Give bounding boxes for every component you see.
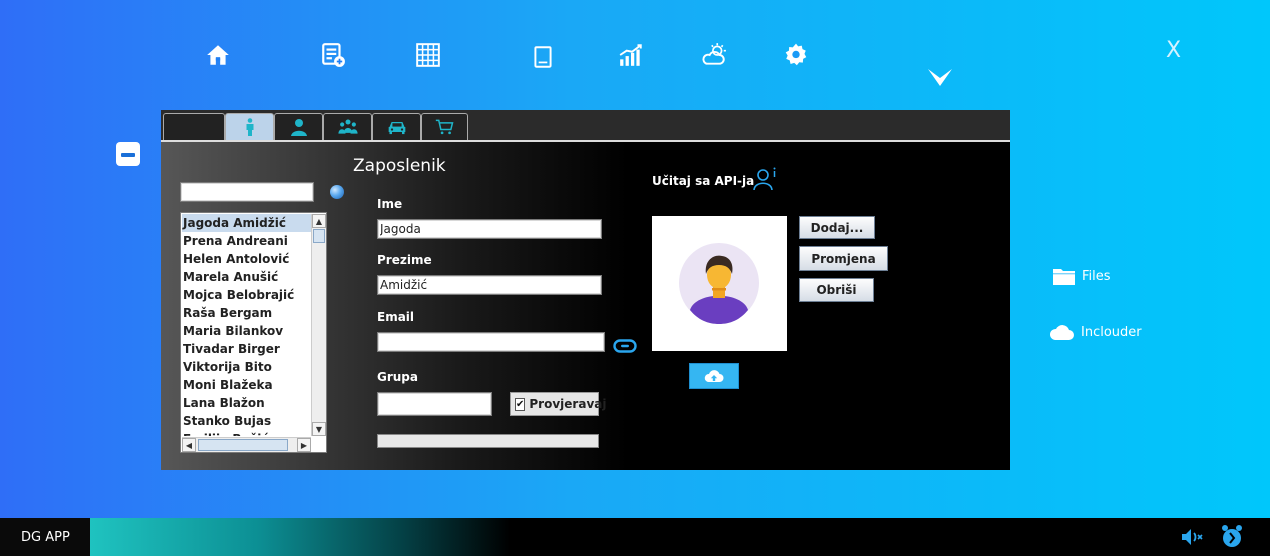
list-item[interactable]: Stanko Bujas: [182, 412, 311, 430]
home-icon[interactable]: [203, 40, 233, 70]
incloud-link[interactable]: Inclouder: [1049, 322, 1142, 342]
obrisi-button[interactable]: Obriši: [799, 278, 874, 302]
progress-bar: [377, 434, 599, 448]
list-add-icon[interactable]: [318, 40, 348, 70]
gear-icon[interactable]: [781, 40, 811, 70]
cloud-upload-icon: [704, 370, 724, 382]
folder-icon: [1053, 269, 1075, 285]
grupa-input[interactable]: [377, 392, 492, 416]
employee-list[interactable]: Jagoda Amidžić Prena Andreani Helen Antolo…: [180, 212, 327, 453]
tab-user[interactable]: [274, 113, 323, 140]
avatar-icon: [679, 243, 759, 324]
horizontal-scroll-thumb[interactable]: [198, 439, 288, 451]
upload-photo-button[interactable]: [689, 363, 739, 389]
list-item[interactable]: Tivadar Birger: [182, 340, 311, 358]
list-item[interactable]: Helen Antolović: [182, 250, 311, 268]
tab-bar: [161, 110, 1010, 140]
grid-icon[interactable]: [413, 40, 443, 70]
prezime-label: Prezime: [377, 253, 432, 267]
minimize-button[interactable]: [116, 142, 140, 166]
scroll-right-arrow[interactable]: ▶: [297, 438, 311, 452]
email-label: Email: [377, 310, 415, 324]
weather-icon[interactable]: [699, 40, 729, 70]
promjena-button[interactable]: Promjena: [799, 246, 888, 271]
employee-panel: Zaposlenik Jagoda Amidžić Prena Andreani H…: [161, 110, 1010, 470]
list-item[interactable]: Mojca Belobrajić: [182, 286, 311, 304]
checkbox-label: Provjeravaj: [529, 397, 607, 411]
search-input[interactable]: [180, 182, 314, 202]
tab-employee-person[interactable]: [225, 113, 274, 140]
tab-group[interactable]: [323, 113, 372, 140]
group-icon: [337, 119, 358, 134]
checkbox-box[interactable]: ✔: [515, 397, 526, 411]
car-icon: [388, 122, 405, 135]
vertical-scroll-thumb[interactable]: [313, 229, 325, 243]
employee-list-items: Jagoda Amidžić Prena Andreani Helen Antolo…: [182, 214, 311, 436]
chevron-down-icon[interactable]: [926, 66, 954, 90]
list-item[interactable]: Marela Anušić: [182, 268, 311, 286]
scroll-down-arrow[interactable]: ▼: [312, 422, 326, 436]
email-input[interactable]: [377, 332, 605, 352]
list-item[interactable]: Emilija Bušić: [182, 430, 311, 436]
prezime-input[interactable]: [377, 275, 602, 295]
cloud-icon: [1049, 325, 1074, 340]
tab-cart[interactable]: [421, 113, 468, 140]
app-start-button[interactable]: DG APP: [0, 518, 90, 556]
tablet-icon[interactable]: [528, 42, 558, 72]
chart-icon[interactable]: [616, 40, 646, 70]
incloud-label: Inclouder: [1081, 324, 1142, 340]
api-load-label: Učitaj sa API-ja: [652, 174, 755, 188]
list-item[interactable]: Maria Bilankov: [182, 322, 311, 340]
close-button[interactable]: X: [1166, 38, 1181, 63]
ime-input[interactable]: [377, 219, 602, 239]
form-title: Zaposlenik: [353, 156, 446, 176]
tab-car[interactable]: [372, 113, 421, 140]
vertical-scrollbar[interactable]: ▲ ▼: [311, 214, 326, 436]
list-item[interactable]: Lana Blažon: [182, 394, 311, 412]
files-link[interactable]: Files: [1052, 266, 1111, 286]
person-icon: [246, 118, 253, 136]
grupa-label: Grupa: [377, 370, 418, 384]
list-item[interactable]: Jagoda Amidžić: [182, 214, 311, 232]
volume-icon[interactable]: [1180, 527, 1206, 547]
tab-blank[interactable]: [163, 113, 225, 140]
list-item[interactable]: Prena Andreani: [182, 232, 311, 250]
cart-icon: [435, 119, 453, 135]
user-silhouette-icon: [290, 119, 307, 136]
list-item[interactable]: Viktorija Bito: [182, 358, 311, 376]
list-item[interactable]: Moni Blažeka: [182, 376, 311, 394]
employee-form: Zaposlenik Jagoda Amidžić Prena Andreani H…: [161, 142, 1010, 470]
ime-label: Ime: [377, 197, 403, 211]
horizontal-scrollbar[interactable]: ◀ ▶: [182, 437, 311, 452]
scroll-left-arrow[interactable]: ◀: [182, 438, 196, 452]
link-icon[interactable]: [613, 339, 637, 353]
dodaj-button[interactable]: Dodaj...: [799, 216, 875, 239]
user-info-icon[interactable]: [752, 166, 778, 192]
scroll-up-arrow[interactable]: ▲: [312, 214, 326, 228]
alarm-clock-icon[interactable]: [1219, 524, 1245, 550]
list-item[interactable]: Raša Bergam: [182, 304, 311, 322]
employee-photo: [652, 216, 787, 351]
provjeravaj-checkbox[interactable]: ✔ Provjeravaj: [510, 392, 606, 416]
search-button-icon[interactable]: [330, 185, 344, 199]
taskbar: DG APP: [0, 518, 1270, 556]
files-label: Files: [1082, 268, 1111, 284]
taskbar-gradient: [90, 518, 510, 556]
